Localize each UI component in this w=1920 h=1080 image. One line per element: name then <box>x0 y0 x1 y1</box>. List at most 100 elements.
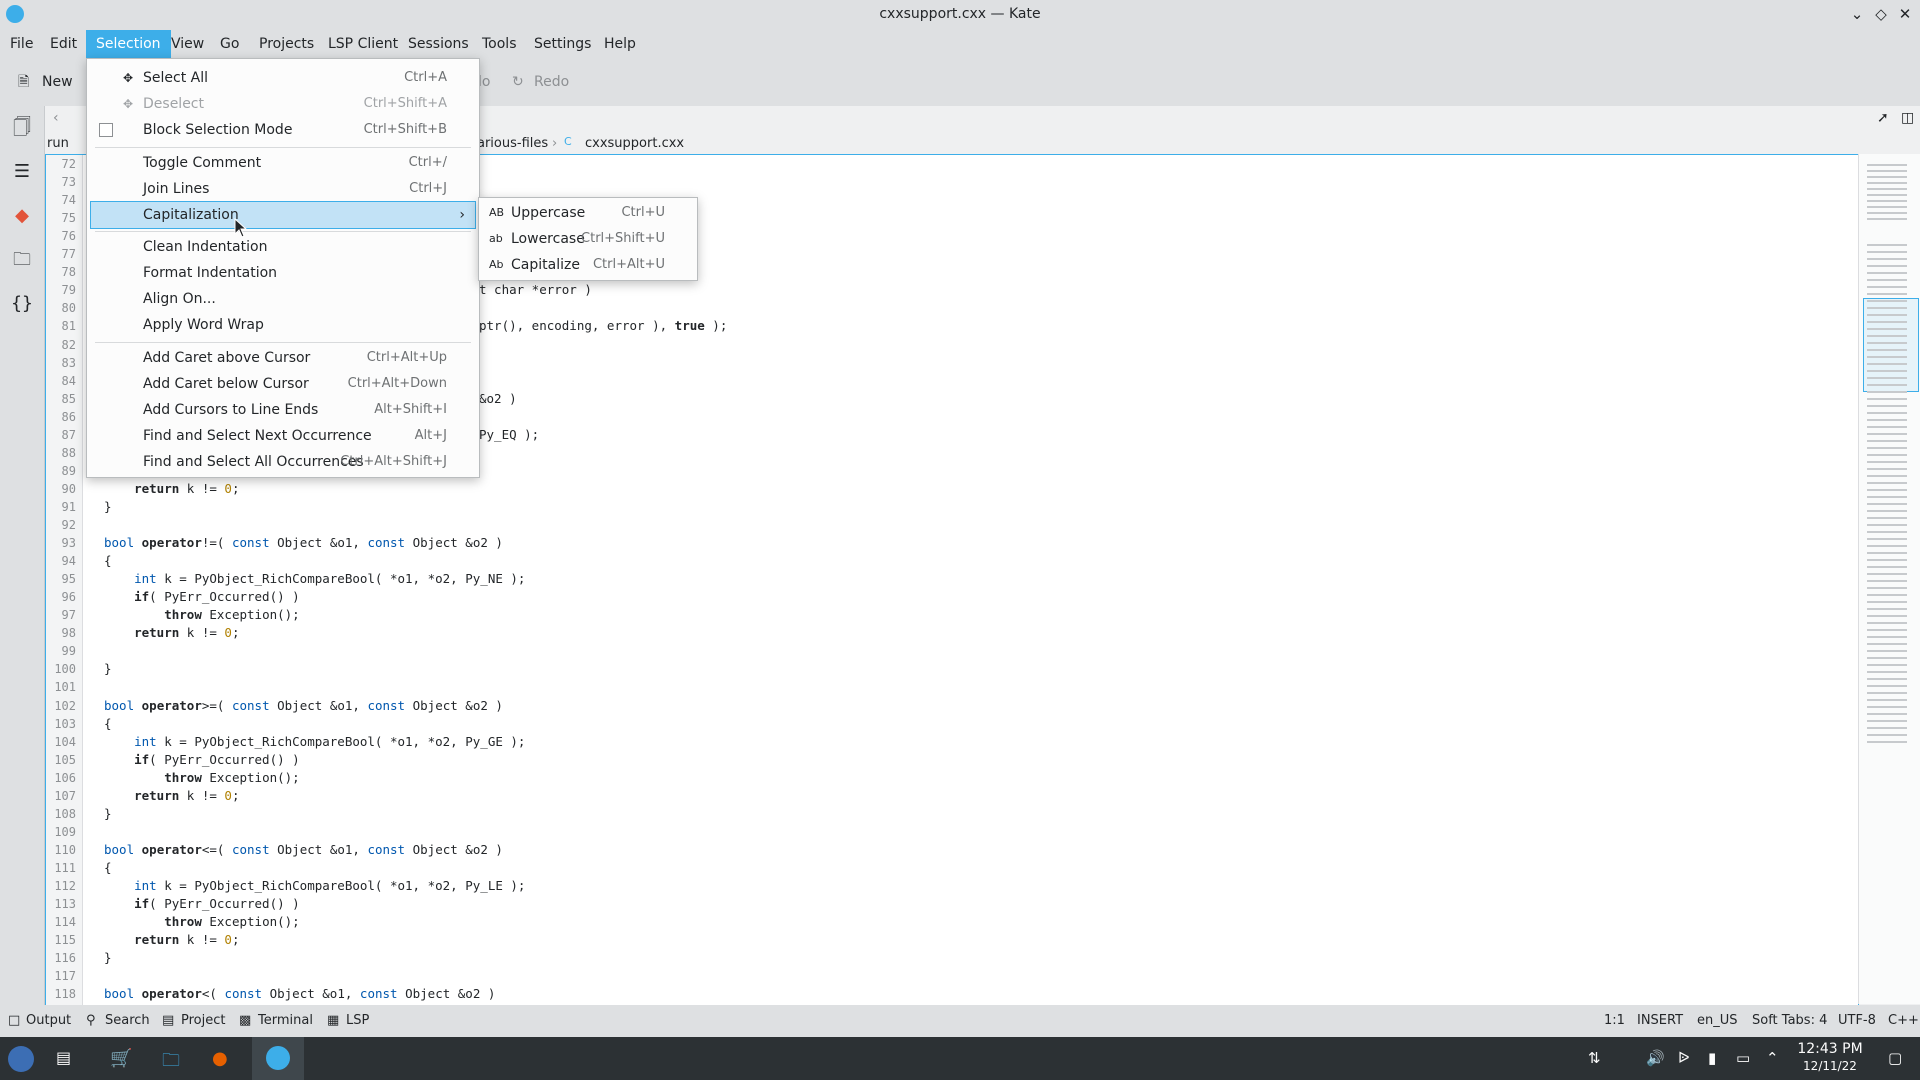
cursor-position[interactable]: 1:1 <box>1604 1013 1625 1028</box>
menu-lsp-client[interactable]: LSP Client <box>318 30 408 58</box>
breadcrumb-root[interactable]: run <box>47 136 69 151</box>
menu-item-uppercase[interactable]: AB Uppercase Ctrl+U <box>479 200 697 226</box>
maximize-icon[interactable]: ◇ <box>1871 4 1891 24</box>
line-number: 105 <box>54 752 76 767</box>
volume-icon[interactable]: 🔊 <box>1646 1049 1665 1067</box>
line-number: 103 <box>54 716 76 731</box>
minimap-code-preview-2 <box>1867 244 1907 744</box>
menu-selection[interactable]: Selection <box>86 30 171 58</box>
split-view-icon[interactable]: ◫ <box>1901 110 1914 126</box>
search-icon: ⚲ <box>86 1013 96 1028</box>
encoding[interactable]: UTF-8 <box>1838 1013 1876 1028</box>
fedora-launcher-icon[interactable] <box>8 1046 34 1072</box>
bluetooth-icon[interactable]: ᐉ <box>1678 1049 1690 1067</box>
code-line: return k != 0; <box>134 932 240 948</box>
clock-time[interactable]: 12:43 PM <box>1790 1041 1870 1057</box>
line-number: 102 <box>54 698 76 713</box>
display-icon[interactable]: ▭ <box>1736 1049 1750 1067</box>
file-manager-icon[interactable]: 🗀 <box>162 1048 180 1078</box>
network-tray-icon[interactable]: ⇅ <box>1588 1049 1601 1067</box>
menu-item-join-lines[interactable]: Join Lines Ctrl+J <box>87 176 479 202</box>
menu-edit[interactable]: Edit <box>40 30 87 58</box>
syntax-mode[interactable]: C++ <box>1888 1013 1919 1028</box>
pin-icon[interactable]: ➚ <box>1877 110 1889 126</box>
line-number: 83 <box>61 355 76 370</box>
menu-settings[interactable]: Settings <box>524 30 601 58</box>
line-number: 104 <box>54 734 76 749</box>
breadcrumb-file[interactable]: cxxsupport.cxx <box>585 136 684 151</box>
show-hidden-icon[interactable]: ⌃ <box>1766 1049 1779 1067</box>
new-button[interactable]: New <box>42 70 73 94</box>
symbols-list-icon[interactable]: ☰ <box>10 160 34 184</box>
show-desktop-icon[interactable]: ▢ <box>1888 1049 1902 1067</box>
taskbar: ▤ 🛒 🗀 ● ⇅ 🔊 ᐉ ▮ ▭ ⌃ 12:43 PM 12/11/22 ▢ <box>0 1037 1920 1080</box>
tab-output[interactable]: Output <box>26 1013 71 1028</box>
menu-projects[interactable]: Projects <box>249 30 324 58</box>
left-sidebar: 🗍 ☰ ◆ 🗀 {} <box>0 106 45 1016</box>
line-number: 112 <box>54 879 76 893</box>
minimap[interactable] <box>1858 154 1920 1004</box>
menu-item-add-caret-above[interactable]: Add Caret above Cursor Ctrl+Alt+Up <box>87 345 479 371</box>
submenu-arrow-icon: › <box>459 207 465 223</box>
menu-item-add-cursors-line-ends[interactable]: Add Cursors to Line Ends Alt+Shift+I <box>87 397 479 423</box>
line-number: 77 <box>61 247 76 262</box>
line-number: 82 <box>61 337 76 352</box>
menu-go[interactable]: Go <box>210 30 249 58</box>
redo-icon: ↻ <box>512 74 524 90</box>
menu-item-capitalize[interactable]: Ab Capitalize Ctrl+Alt+U <box>479 252 697 278</box>
selection-menu: ✥ Select All Ctrl+A ✥ Deselect Ctrl+Shif… <box>86 58 480 478</box>
battery-icon[interactable]: ▮ <box>1708 1049 1716 1067</box>
discover-icon[interactable]: 🛒 <box>110 1048 132 1069</box>
menu-view[interactable]: View <box>161 30 214 58</box>
code-line: bool operator>=( const Object &o1, const… <box>104 697 503 713</box>
input-mode[interactable]: INSERT <box>1637 1013 1683 1028</box>
menu-file[interactable]: File <box>0 30 43 58</box>
clock-date[interactable]: 12/11/22 <box>1790 1059 1870 1073</box>
menu-item-toggle-comment[interactable]: Toggle Comment Ctrl+/ <box>87 150 479 176</box>
new-document-icon: 🗎 <box>18 74 30 90</box>
menu-item-deselect[interactable]: ✥ Deselect Ctrl+Shift+A <box>87 91 479 117</box>
select-all-icon: ✥ <box>123 71 134 85</box>
menu-item-block-selection[interactable]: Block Selection Mode Ctrl+Shift+B <box>87 117 479 143</box>
tab-project[interactable]: Project <box>181 1013 225 1028</box>
close-icon[interactable]: ✕ <box>1895 4 1915 24</box>
back-icon[interactable]: ‹ <box>53 110 59 126</box>
menu-item-align-on[interactable]: Align On... <box>87 286 479 312</box>
menu-item-lowercase[interactable]: ab Lowercase Ctrl+Shift+U <box>479 226 697 252</box>
firefox-icon[interactable]: ● <box>212 1048 228 1069</box>
menu-item-find-select-next[interactable]: Find and Select Next Occurrence Alt+J <box>87 423 479 449</box>
menu-item-select-all[interactable]: ✥ Select All Ctrl+A <box>87 65 479 91</box>
menu-tools[interactable]: Tools <box>472 30 527 58</box>
menu-item-clean-indentation[interactable]: Clean Indentation <box>87 234 479 260</box>
menu-help[interactable]: Help <box>594 30 646 58</box>
line-number: 110 <box>54 842 76 857</box>
line-number: 84 <box>61 373 76 388</box>
uppercase-icon: AB <box>489 206 505 219</box>
menu-item-apply-word-wrap[interactable]: Apply Word Wrap <box>87 312 479 338</box>
code-line: t char *error ) <box>479 282 592 298</box>
line-number: 109 <box>54 824 76 839</box>
lowercase-icon: ab <box>489 232 503 245</box>
redo-button[interactable]: Redo <box>534 70 569 94</box>
task-manager-icon[interactable]: ▤ <box>56 1048 71 1067</box>
filesystem-icon[interactable]: 🗀 <box>10 248 34 272</box>
tab-lsp[interactable]: LSP <box>346 1013 369 1028</box>
block-selection-checkbox[interactable] <box>99 123 113 137</box>
line-number: 81 <box>61 319 76 334</box>
tab-terminal[interactable]: Terminal <box>258 1013 313 1028</box>
code-line: Py_EQ ); <box>479 426 540 442</box>
menu-item-format-indentation[interactable]: Format Indentation <box>87 260 479 286</box>
git-icon[interactable]: ◆ <box>10 204 34 228</box>
documents-icon[interactable]: 🗍 <box>10 116 34 140</box>
code-outline-icon[interactable]: {} <box>10 292 34 316</box>
menu-item-add-caret-below[interactable]: Add Caret below Cursor Ctrl+Alt+Down <box>87 371 479 397</box>
breadcrumb-folder[interactable]: arious-files <box>477 136 548 151</box>
menu-sessions[interactable]: Sessions <box>398 30 479 58</box>
dictionary[interactable]: en_US <box>1697 1013 1738 1028</box>
tab-search[interactable]: Search <box>105 1013 150 1028</box>
menu-item-capitalization[interactable]: Capitalization › <box>90 201 476 229</box>
indentation-settings[interactable]: Soft Tabs: 4 <box>1752 1013 1827 1028</box>
line-number: 106 <box>54 770 76 785</box>
menu-item-find-select-all[interactable]: Find and Select All Occurrences Ctrl+Alt… <box>87 449 479 475</box>
minimize-icon[interactable]: ⌄ <box>1847 4 1867 24</box>
